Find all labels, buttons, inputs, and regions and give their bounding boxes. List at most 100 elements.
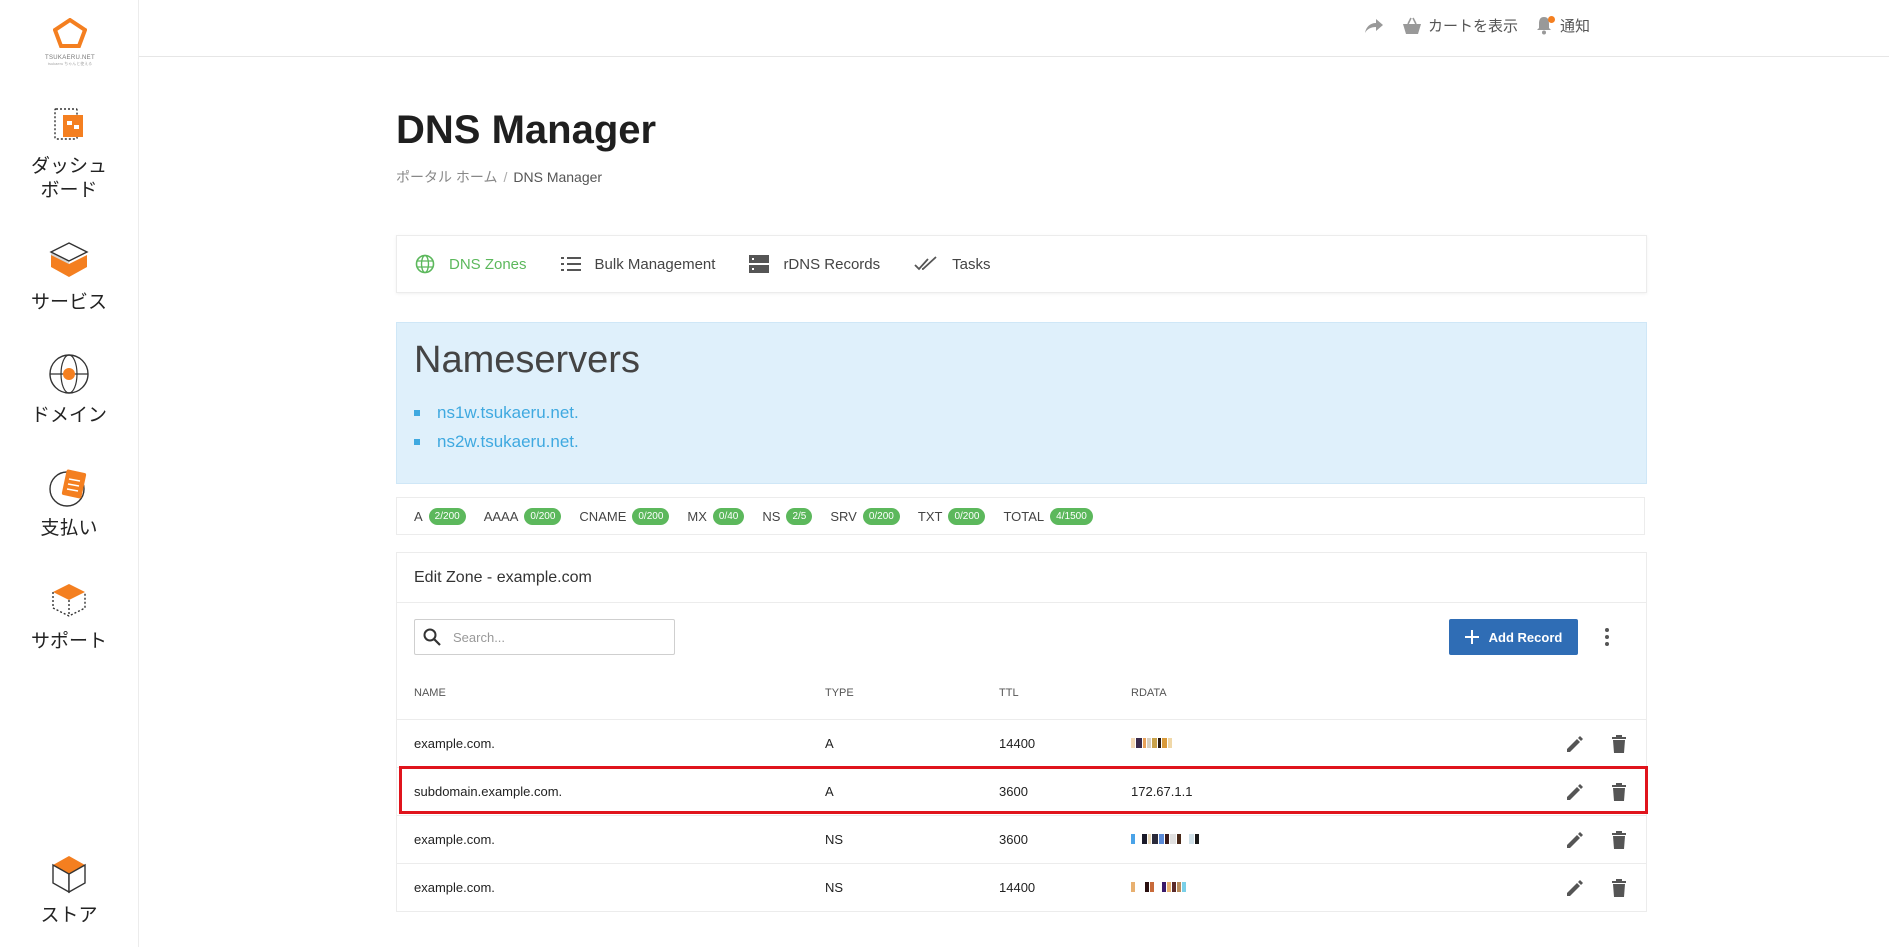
count-type: CNAME xyxy=(579,508,627,524)
record-ttl: 14400 xyxy=(999,880,1036,895)
count-badge: 0/200 xyxy=(524,507,562,525)
dns-tabs: DNS Zones Bulk Management rDNS Records T… xyxy=(396,235,1647,293)
tab-rdns-records[interactable]: rDNS Records xyxy=(731,254,880,274)
record-type: A xyxy=(825,784,834,799)
search-box xyxy=(414,619,675,655)
edit-pencil-icon[interactable] xyxy=(1562,876,1588,900)
record-ttl: 3600 xyxy=(999,784,1028,799)
tab-label: rDNS Records xyxy=(783,255,881,273)
edit-zone-panel: Edit Zone - example.com Add Record NAME … xyxy=(396,552,1647,912)
share-arrow-icon xyxy=(1365,18,1383,33)
globe-icon xyxy=(415,254,435,274)
delete-trash-icon[interactable] xyxy=(1606,876,1632,900)
count-total: TOTAL 4/1500 xyxy=(1003,507,1093,525)
count-badge: 0/200 xyxy=(632,507,670,525)
edit-pencil-icon[interactable] xyxy=(1562,780,1588,804)
record-ttl: 14400 xyxy=(999,736,1036,751)
notifications-button[interactable]: 通知 xyxy=(1536,15,1590,36)
sidebar-item-support[interactable]: サポート xyxy=(0,578,138,654)
nameserver-link[interactable]: ns2w.tsukaeru.net. xyxy=(437,427,579,456)
more-options-icon[interactable] xyxy=(1597,626,1617,648)
search-input[interactable] xyxy=(451,628,655,646)
count-badge: 0/200 xyxy=(862,507,900,525)
redaction-pixels xyxy=(1131,737,1172,749)
tab-tasks[interactable]: Tasks xyxy=(896,256,990,273)
record-name: example.com. xyxy=(414,736,495,751)
count-a: A 2/200 xyxy=(414,507,466,525)
logo-pentagon-icon xyxy=(52,17,88,48)
count-badge: 2/200 xyxy=(428,507,466,525)
record-rdata: 172.67.1.1 xyxy=(1131,784,1193,799)
count-srv: SRV 0/200 xyxy=(830,507,900,525)
nameserver-item: ns2w.tsukaeru.net. xyxy=(414,427,579,456)
redaction-pixels xyxy=(1131,833,1199,845)
delete-trash-icon[interactable] xyxy=(1606,828,1632,852)
nameserver-link[interactable]: ns1w.tsukaeru.net. xyxy=(437,398,579,427)
table-row[interactable]: example.com. NS 14400 xyxy=(397,863,1646,912)
count-badge: 4/1500 xyxy=(1050,507,1093,525)
record-type: NS xyxy=(825,832,844,847)
column-header-ttl[interactable]: TTL xyxy=(999,687,1019,699)
add-record-button[interactable]: Add Record xyxy=(1449,619,1578,655)
dashboard-icon xyxy=(54,108,83,140)
record-name: subdomain.example.com. xyxy=(414,784,563,799)
table-row[interactable]: subdomain.example.com. A 3600 172.67.1.1 xyxy=(397,767,1646,816)
server-icon xyxy=(749,255,770,273)
delete-trash-icon[interactable] xyxy=(1606,732,1632,756)
column-header-name[interactable]: NAME xyxy=(414,687,446,699)
record-rdata-redacted xyxy=(1131,736,1172,751)
basket-icon xyxy=(1403,17,1421,34)
count-type: NS xyxy=(762,508,781,524)
store-icon xyxy=(52,856,86,894)
column-header-rdata[interactable]: RDATA xyxy=(1131,687,1167,699)
breadcrumb: ポータル ホーム / DNS Manager xyxy=(396,167,602,187)
count-cname: CNAME 0/200 xyxy=(579,507,670,525)
count-type: MX xyxy=(687,508,707,524)
sidebar-item-services[interactable]: サービス xyxy=(0,239,138,315)
sidebar-item-store[interactable]: ストア xyxy=(0,852,138,928)
row-actions xyxy=(1562,780,1632,804)
table-row[interactable]: example.com. A 14400 xyxy=(397,719,1646,768)
zone-title: Edit Zone - example.com xyxy=(397,553,1646,603)
share-button[interactable] xyxy=(1364,18,1384,34)
list-icon xyxy=(560,257,581,271)
edit-pencil-icon[interactable] xyxy=(1562,732,1588,756)
breadcrumb-separator: / xyxy=(503,169,508,185)
brand-logo[interactable]: TSUKAERU.NET tsukaeru ちゃんと使える xyxy=(44,17,96,66)
table-header: NAME TYPE TTL RDATA xyxy=(397,687,1646,707)
tab-bulk-management[interactable]: Bulk Management xyxy=(543,255,716,273)
domain-globe-icon xyxy=(49,354,89,394)
count-type: SRV xyxy=(830,508,857,524)
bell-icon xyxy=(1536,15,1556,36)
view-cart-label: カートを表示 xyxy=(1428,18,1519,35)
sidebar-item-label: ストア xyxy=(40,905,98,926)
tab-label: Tasks xyxy=(952,255,991,273)
breadcrumb-home-link[interactable]: ポータル ホーム xyxy=(396,169,497,185)
delete-trash-icon[interactable] xyxy=(1606,780,1632,804)
sidebar-item-label: 支払い xyxy=(40,518,98,539)
search-icon xyxy=(423,628,441,646)
row-actions xyxy=(1562,828,1632,852)
view-cart-button[interactable]: カートを表示 xyxy=(1402,15,1518,36)
column-header-type[interactable]: TYPE xyxy=(825,687,854,699)
count-badge: 2/5 xyxy=(786,507,813,525)
sidebar-item-label: ダッシュ ボード xyxy=(30,156,107,201)
count-ns: NS 2/5 xyxy=(762,507,813,525)
tab-label: Bulk Management xyxy=(594,255,716,273)
record-rdata-redacted xyxy=(1131,880,1186,895)
table-row[interactable]: example.com. NS 3600 xyxy=(397,815,1646,864)
payment-icon xyxy=(49,469,87,507)
sidebar-item-dashboard[interactable]: ダッシュ ボード xyxy=(0,103,138,203)
tab-dns-zones[interactable]: DNS Zones xyxy=(397,254,527,274)
count-txt: TXT 0/200 xyxy=(918,507,986,525)
nameserver-item: ns1w.tsukaeru.net. xyxy=(414,398,579,427)
edit-pencil-icon[interactable] xyxy=(1562,828,1588,852)
row-actions xyxy=(1562,876,1632,900)
record-type: NS xyxy=(825,880,844,895)
notification-dot xyxy=(1548,15,1556,23)
sidebar-item-label: ドメイン xyxy=(30,405,107,426)
sidebar-item-domain[interactable]: ドメイン xyxy=(0,352,138,428)
sidebar-item-payment[interactable]: 支払い xyxy=(0,465,138,541)
sidebar: TSUKAERU.NET tsukaeru ちゃんと使える ダッシュ ボード サ… xyxy=(0,0,139,947)
redaction-pixels xyxy=(1131,881,1186,893)
